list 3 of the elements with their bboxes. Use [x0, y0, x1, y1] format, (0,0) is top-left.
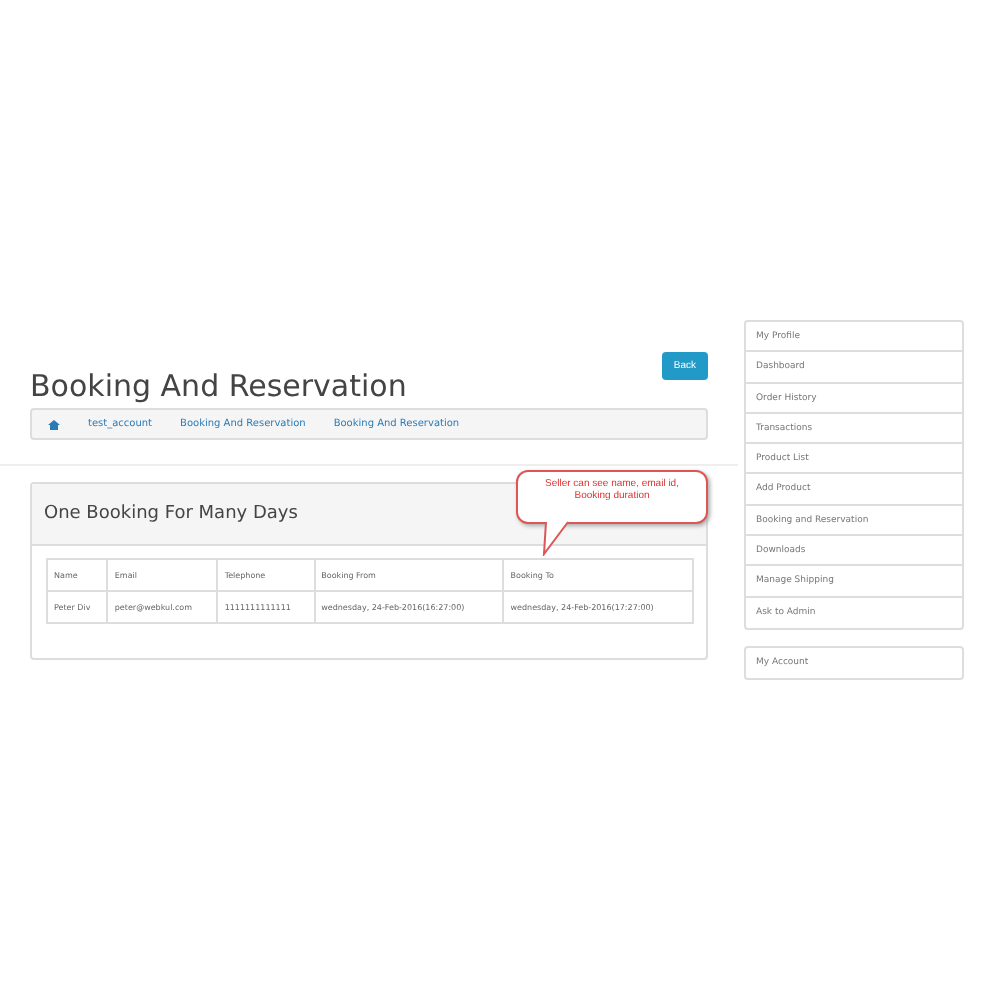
home-icon[interactable]	[48, 419, 60, 429]
page-title: Booking And Reservation	[30, 368, 407, 404]
panel-title: One Booking For Many Days	[44, 504, 298, 524]
